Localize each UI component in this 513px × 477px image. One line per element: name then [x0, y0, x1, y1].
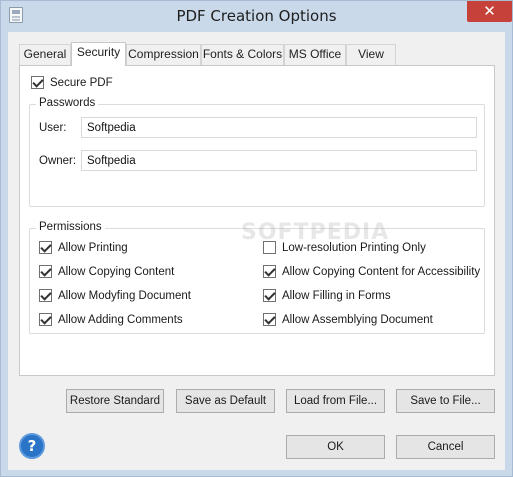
tab-fonts-colors[interactable]: Fonts & Colors [201, 44, 284, 65]
allow-copying-content-label: Allow Copying Content [58, 265, 175, 278]
allow-printing-checkbox[interactable]: Allow Printing [39, 241, 128, 254]
close-button[interactable]: ✕ [467, 1, 512, 22]
allow-filling-forms-checkbox[interactable]: Allow Filling in Forms [263, 289, 391, 302]
help-icon[interactable]: ? [19, 433, 45, 459]
permissions-group-title: Permissions [36, 221, 105, 233]
allow-copying-accessibility-check-mark[interactable] [263, 265, 276, 278]
title-bar[interactable]: PDF Creation Options ✕ [1, 1, 512, 31]
tab-view[interactable]: View [346, 44, 396, 65]
allow-filling-forms-label: Allow Filling in Forms [282, 289, 391, 302]
restore-standard-button[interactable]: Restore Standard [66, 389, 164, 413]
tab-general[interactable]: General [19, 44, 71, 65]
owner-password-field[interactable] [81, 150, 477, 171]
allow-copying-content-check-mark[interactable] [39, 265, 52, 278]
cancel-button[interactable]: Cancel [396, 435, 495, 459]
ok-button[interactable]: OK [286, 435, 385, 459]
allow-adding-comments-label: Allow Adding Comments [58, 313, 183, 326]
close-icon: ✕ [483, 2, 496, 20]
window-title: PDF Creation Options [176, 7, 337, 25]
passwords-group: Passwords User: Owner: [29, 97, 485, 207]
allow-modifying-document-label: Allow Modyfing Document [58, 289, 191, 302]
allow-adding-comments-checkbox[interactable]: Allow Adding Comments [39, 313, 183, 326]
secure-pdf-check-mark[interactable] [31, 76, 44, 89]
owner-label: Owner: [39, 155, 77, 167]
tab-ms-office[interactable]: MS Office [284, 44, 346, 65]
allow-assembling-document-label: Allow Assemblying Document [282, 313, 433, 326]
user-label: User: [39, 122, 67, 134]
save-to-file-button[interactable]: Save to File... [396, 389, 495, 413]
user-password-field[interactable] [81, 117, 477, 138]
allow-assembling-document-checkbox[interactable]: Allow Assemblying Document [263, 313, 433, 326]
allow-copying-accessibility-label: Allow Copying Content for Accessibility [282, 265, 481, 278]
tab-security[interactable]: Security [71, 42, 126, 66]
allow-modifying-document-check-mark[interactable] [39, 289, 52, 302]
dialog-client-area: General Security Compression Fonts & Col… [8, 32, 505, 470]
allow-printing-check-mark[interactable] [39, 241, 52, 254]
secure-pdf-label: Secure PDF [50, 76, 113, 89]
save-as-default-button[interactable]: Save as Default [176, 389, 275, 413]
secure-pdf-checkbox[interactable]: Secure PDF [31, 76, 113, 89]
allow-printing-label: Allow Printing [58, 241, 128, 254]
allow-adding-comments-check-mark[interactable] [39, 313, 52, 326]
passwords-group-title: Passwords [36, 97, 99, 109]
allow-assembling-document-check-mark[interactable] [263, 313, 276, 326]
allow-copying-content-checkbox[interactable]: Allow Copying Content [39, 265, 174, 278]
softpedia-watermark: SOFTPEDIA [241, 220, 390, 245]
allow-filling-forms-check-mark[interactable] [263, 289, 276, 302]
dialog-window: PDF Creation Options ✕ General Security … [0, 0, 513, 477]
allow-modifying-document-checkbox[interactable]: Allow Modyfing Document [39, 289, 191, 302]
allow-copying-accessibility-checkbox[interactable]: Allow Copying Content for Accessibility [263, 265, 480, 278]
load-from-file-button[interactable]: Load from File... [286, 389, 385, 413]
tab-compression[interactable]: Compression [126, 44, 201, 65]
